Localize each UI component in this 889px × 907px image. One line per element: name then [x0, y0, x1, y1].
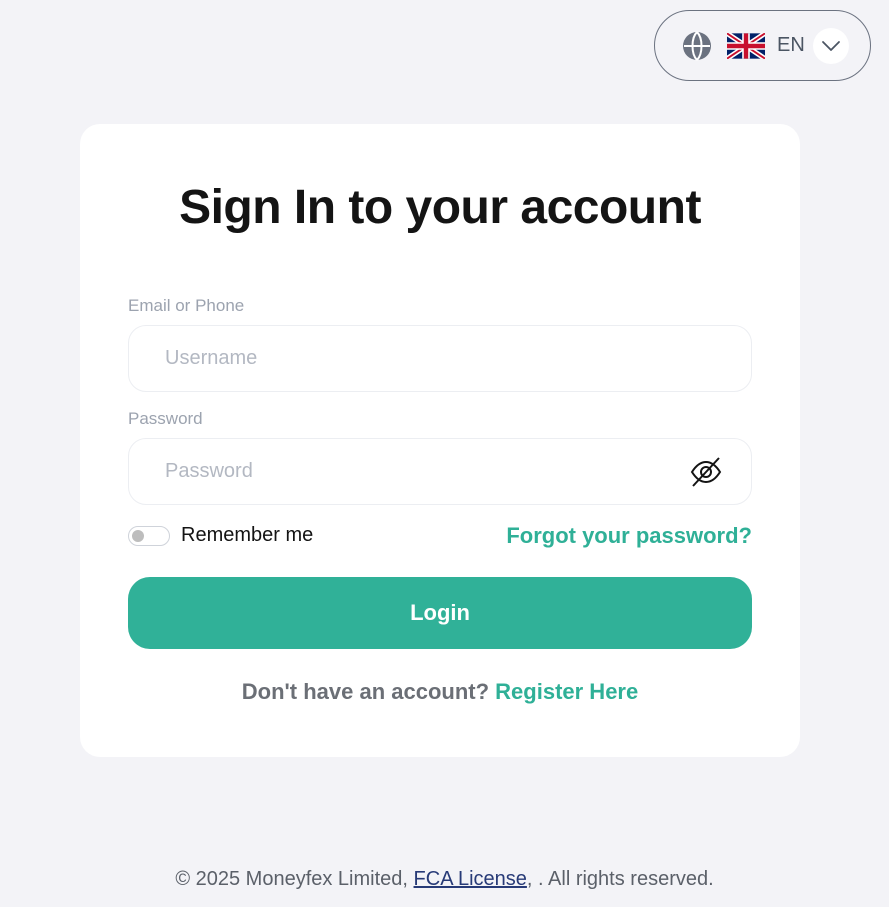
username-input[interactable]: [128, 325, 752, 392]
language-code: EN: [777, 34, 805, 56]
register-prompt: Don't have an account? Register Here: [80, 679, 800, 705]
remember-me-toggle[interactable]: [128, 526, 170, 546]
uk-flag-icon: [727, 32, 765, 59]
footer: © 2025 Moneyfex Limited, FCA License, . …: [0, 868, 889, 891]
no-account-text: Don't have an account?: [241, 679, 490, 704]
email-label: Email or Phone: [128, 296, 245, 315]
forgot-password-link[interactable]: Forgot your password?: [506, 523, 752, 549]
toggle-knob: [132, 530, 144, 542]
toggle-password-visibility[interactable]: [688, 454, 724, 490]
chevron-down-icon: [821, 40, 840, 51]
remember-me-label: Remember me: [181, 524, 314, 546]
language-switcher[interactable]: EN: [654, 10, 871, 81]
footer-copyright: © 2025 Moneyfex Limited,: [175, 868, 414, 890]
language-dropdown-toggle[interactable]: [812, 27, 849, 64]
fca-license-link[interactable]: FCA License: [414, 868, 527, 890]
globe-icon: [683, 30, 711, 61]
password-label: Password: [128, 409, 203, 428]
page-title: Sign In to your account: [179, 181, 701, 234]
footer-rights: , . All rights reserved.: [526, 868, 714, 890]
login-button[interactable]: Login: [128, 577, 752, 649]
register-link[interactable]: Register Here: [495, 679, 638, 704]
password-input[interactable]: [128, 438, 752, 505]
sign-in-card: Sign In to your account Email or Phone P…: [80, 124, 800, 757]
eye-slash-icon: [690, 457, 722, 487]
